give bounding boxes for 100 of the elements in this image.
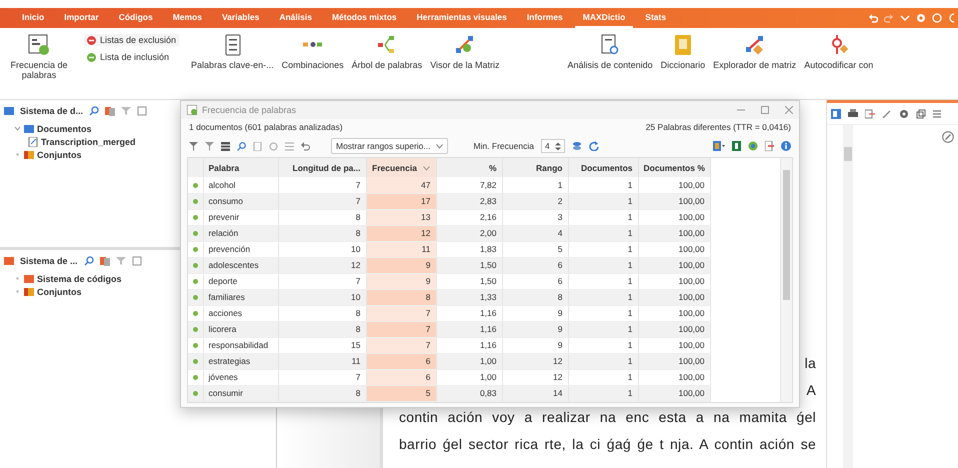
- status-dot: [193, 327, 198, 332]
- number-spinner[interactable]: 4: [540, 139, 565, 153]
- table-cell: 1: [568, 337, 638, 353]
- table-cell: responsabilidad: [203, 337, 278, 353]
- ribbon-button[interactable]: Diccionario: [658, 34, 708, 70]
- table-cell: 1: [568, 321, 638, 337]
- maximize-icon[interactable]: [761, 106, 769, 114]
- undo-icon[interactable]: [301, 142, 310, 150]
- table-cell: 1: [568, 289, 638, 305]
- search-icon[interactable]: [237, 142, 246, 150]
- menu-tab[interactable]: Importar: [56, 8, 107, 28]
- column-header[interactable]: Rango: [502, 158, 568, 177]
- panel-icon[interactable]: [831, 108, 842, 118]
- documents-icon[interactable]: [100, 256, 110, 266]
- tree-item[interactable]: Transcription_merged: [28, 135, 272, 148]
- ribbon-button[interactable]: Visor de la Matriz: [428, 34, 502, 70]
- settings-icon[interactable]: [916, 13, 926, 23]
- status-dot: [193, 247, 198, 252]
- table-cell: 10: [278, 289, 366, 305]
- field-label: Min. Frecuencia: [473, 141, 534, 151]
- table-cell: 8: [366, 289, 436, 305]
- table-cell: 7: [366, 337, 436, 353]
- tree-item[interactable]: Conjuntos: [14, 148, 272, 161]
- ribbon-button[interactable]: Explorador de matriz: [711, 34, 798, 70]
- table-cell: consumir: [203, 385, 278, 401]
- ribbon-button[interactable]: Combinaciones: [280, 34, 346, 70]
- circle-icon[interactable]: [269, 142, 278, 150]
- menu-tab[interactable]: Inicio: [14, 8, 52, 28]
- table-cell: 100,00: [638, 289, 710, 305]
- status-dot: [193, 263, 198, 268]
- table-cell: 9: [502, 305, 568, 321]
- table-cell: 100,00: [638, 225, 710, 241]
- info-icon[interactable]: [781, 141, 791, 151]
- table-cell: adolescentes: [203, 257, 278, 273]
- range-dropdown[interactable]: Mostrar rangos superio...: [331, 138, 448, 154]
- table-cell: 7: [366, 305, 436, 321]
- search-icon[interactable]: [89, 106, 100, 116]
- columns-icon[interactable]: [221, 142, 230, 150]
- table-cell: 6: [366, 369, 436, 385]
- table-cell: 100,00: [638, 241, 710, 257]
- status-dot: [193, 343, 198, 348]
- filter-icon[interactable]: [132, 256, 142, 266]
- table-cell: estrategias: [203, 353, 278, 369]
- table-cell: 1: [568, 209, 638, 225]
- word-frequency-icon: [187, 105, 197, 115]
- table-cell: 1,16: [436, 321, 502, 337]
- column-header[interactable]: Frecuencia: [366, 158, 436, 177]
- table-cell: 1,83: [436, 241, 502, 257]
- collapse-icon[interactable]: [933, 108, 942, 118]
- ribbon-button[interactable]: Palabras clave-en-...: [189, 34, 276, 70]
- text-line: contin ación voy a realizar na enc esta a na mamita ǵel: [398, 408, 816, 427]
- search-icon[interactable]: [84, 256, 94, 266]
- chart-icon[interactable]: [713, 141, 725, 151]
- export-icon[interactable]: [865, 108, 876, 118]
- table-cell: prevención: [203, 241, 278, 257]
- word-frequency-button[interactable]: Frecuencia de palabras: [4, 34, 74, 80]
- stack-icon[interactable]: [572, 141, 582, 151]
- scrollbar-thumb[interactable]: [844, 147, 852, 161]
- table-cell: 8: [278, 321, 366, 337]
- export-icon[interactable]: [765, 141, 774, 151]
- ribbon-button[interactable]: Análisis de contenido: [566, 34, 655, 70]
- page-icon[interactable]: [253, 142, 262, 150]
- table-cell: 1,50: [436, 273, 502, 289]
- ribbon-button[interactable]: Árbol de palabras: [350, 34, 424, 70]
- refresh-icon[interactable]: [588, 141, 599, 151]
- print-icon[interactable]: [848, 108, 858, 118]
- scrollbar[interactable]: [843, 125, 854, 468]
- table-cell: 6: [502, 257, 568, 273]
- list-button[interactable]: Listas de exclusión: [84, 34, 180, 46]
- table-cell: 7: [278, 177, 366, 193]
- column-header[interactable]: %: [436, 158, 502, 177]
- undo-icon[interactable]: [868, 13, 878, 23]
- column-header[interactable]: Palabra: [203, 158, 278, 177]
- scrollbar-thumb[interactable]: [783, 170, 790, 300]
- column-header[interactable]: Documentos: [568, 158, 638, 177]
- filter-icon[interactable]: [137, 106, 148, 116]
- column-header[interactable]: Documentos %: [638, 158, 710, 177]
- list-button[interactable]: Lista de inclusión: [84, 51, 172, 63]
- list-icon[interactable]: [285, 142, 294, 150]
- chevron-down-icon[interactable]: [900, 13, 910, 23]
- summary-text: 1 documentos (601 palabras analizadas): [189, 122, 343, 132]
- table-cell: familiares: [203, 289, 278, 305]
- documents-icon[interactable]: [105, 106, 116, 116]
- window-icon[interactable]: [916, 108, 926, 118]
- status-dot: [193, 359, 198, 364]
- column-header[interactable]: Longitud de pa...: [278, 158, 366, 177]
- menu-tab[interactable]: Códigos: [110, 8, 161, 28]
- table-cell: 8: [278, 385, 366, 401]
- table-cell: 11: [278, 353, 366, 369]
- spreadsheet-icon[interactable]: [732, 141, 741, 151]
- close-icon[interactable]: [785, 106, 793, 114]
- filter-icon[interactable]: [121, 106, 132, 116]
- filter-icon[interactable]: [116, 256, 126, 266]
- edit-icon[interactable]: [942, 131, 954, 143]
- document-icon: [28, 136, 38, 146]
- status-dot: [193, 279, 198, 284]
- settings-icon[interactable]: [899, 108, 910, 118]
- ribbon-button[interactable]: Autocodificar con: [802, 34, 876, 70]
- scrollbar[interactable]: [780, 158, 792, 402]
- globe-icon[interactable]: [748, 141, 758, 151]
